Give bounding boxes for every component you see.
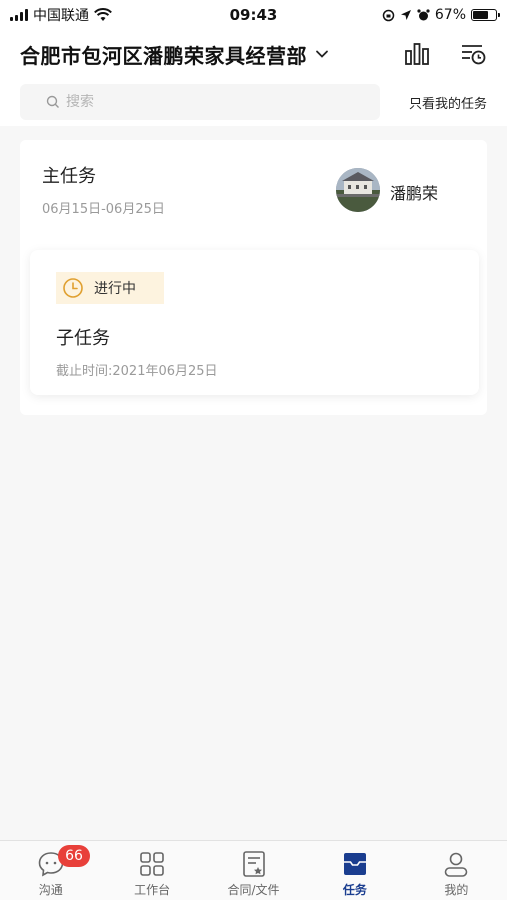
bar-chart-icon[interactable] xyxy=(403,40,431,68)
location-arrow-icon xyxy=(400,10,411,20)
main-task-date-range: 06月15日-06月25日 xyxy=(42,202,165,217)
search-box[interactable] xyxy=(20,84,380,120)
unread-badge: 66 xyxy=(58,845,90,867)
main-task-title: 主任务 xyxy=(42,166,96,187)
org-title[interactable]: 合肥市包河区潘鹏荣家具经营部 xyxy=(20,40,307,69)
tab-workbench[interactable]: 工作台 xyxy=(101,841,202,900)
sub-task-deadline: 截止时间:2021年06月25日 xyxy=(56,364,218,379)
search-row: 只看我的任务 xyxy=(0,78,507,126)
status-label: 进行中 xyxy=(94,281,136,297)
top-header: 合肥市包河区潘鹏荣家具经营部 xyxy=(0,30,507,78)
tab-chat[interactable]: 66 沟通 xyxy=(0,841,101,900)
signal-icon xyxy=(10,9,28,21)
task-owner-name: 潘鹏荣 xyxy=(390,184,439,203)
task-group-card: 主任务 06月15日-06月25日 潘鹏荣 进行中 子任务 截止时间:2021年… xyxy=(20,140,487,415)
wifi-icon xyxy=(94,8,112,21)
person-icon xyxy=(445,852,468,877)
tab-profile[interactable]: 我的 xyxy=(406,841,507,900)
battery-icon xyxy=(471,9,500,21)
search-icon xyxy=(46,95,59,108)
bottom-tab-bar: 66 沟通 工作台 合同/文件 任务 我的 xyxy=(0,840,507,900)
document-icon xyxy=(242,851,265,877)
chevron-down-icon[interactable] xyxy=(315,47,329,61)
tab-label: 我的 xyxy=(444,883,469,897)
search-input[interactable] xyxy=(66,94,346,110)
clock-icon xyxy=(63,278,83,298)
filter-clock-icon[interactable] xyxy=(459,40,487,68)
battery-percent: 67% xyxy=(434,7,466,23)
tab-label: 任务 xyxy=(342,883,367,897)
status-badge: 进行中 xyxy=(56,272,164,304)
lock-rotation-icon xyxy=(382,9,395,21)
avatar xyxy=(336,168,380,212)
clock-time: 09:43 xyxy=(229,6,278,24)
tab-contracts[interactable]: 合同/文件 xyxy=(203,841,304,900)
sub-task-card[interactable]: 进行中 子任务 截止时间:2021年06月25日 xyxy=(30,250,479,395)
alarm-icon xyxy=(417,8,430,20)
tab-label: 合同/文件 xyxy=(227,883,280,897)
status-bar: 中国联通 09:43 67% xyxy=(0,0,507,30)
tab-label: 工作台 xyxy=(134,883,171,897)
sub-task-title: 子任务 xyxy=(56,328,110,349)
tab-tasks[interactable]: 任务 xyxy=(304,841,405,900)
tab-label: 沟通 xyxy=(38,883,63,897)
grid-icon xyxy=(140,852,164,876)
only-my-tasks-toggle[interactable]: 只看我的任务 xyxy=(409,93,487,112)
inbox-tray-icon xyxy=(343,853,366,875)
carrier-label: 中国联通 xyxy=(33,8,89,24)
main-task-item[interactable]: 主任务 06月15日-06月25日 潘鹏荣 xyxy=(20,140,487,244)
